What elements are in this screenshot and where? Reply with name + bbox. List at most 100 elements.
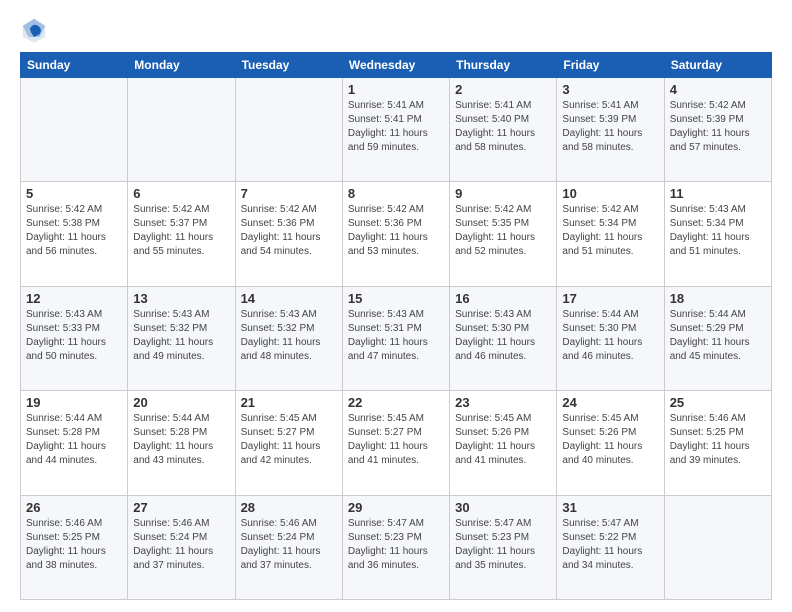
day-info: Sunrise: 5:42 AM Sunset: 5:38 PM Dayligh… <box>26 203 122 259</box>
logo-icon <box>20 16 48 44</box>
day-number: 19 <box>26 395 122 410</box>
calendar-day-7: 7 Sunrise: 5:42 AM Sunset: 5:36 PM Daylig… <box>235 182 342 286</box>
day-info: Sunrise: 5:46 AM Sunset: 5:25 PM Dayligh… <box>26 517 122 573</box>
day-info: Sunrise: 5:43 AM Sunset: 5:33 PM Dayligh… <box>26 308 122 364</box>
calendar-week-row: 26 Sunrise: 5:46 AM Sunset: 5:25 PM Dayli… <box>21 495 772 599</box>
calendar-day-8: 8 Sunrise: 5:42 AM Sunset: 5:36 PM Daylig… <box>342 182 449 286</box>
day-number: 27 <box>133 500 229 515</box>
calendar-body: 1 Sunrise: 5:41 AM Sunset: 5:41 PM Daylig… <box>21 78 772 600</box>
calendar-day-13: 13 Sunrise: 5:43 AM Sunset: 5:32 PM Dayli… <box>128 286 235 390</box>
day-number: 18 <box>670 291 766 306</box>
day-number: 8 <box>348 186 444 201</box>
day-info: Sunrise: 5:45 AM Sunset: 5:27 PM Dayligh… <box>348 412 444 468</box>
calendar-day-26: 26 Sunrise: 5:46 AM Sunset: 5:25 PM Dayli… <box>21 495 128 599</box>
day-number: 14 <box>241 291 337 306</box>
day-number: 12 <box>26 291 122 306</box>
weekday-header-monday: Monday <box>128 53 235 78</box>
day-number: 15 <box>348 291 444 306</box>
day-info: Sunrise: 5:43 AM Sunset: 5:34 PM Dayligh… <box>670 203 766 259</box>
day-info: Sunrise: 5:44 AM Sunset: 5:29 PM Dayligh… <box>670 308 766 364</box>
calendar-day-4: 4Sunrise: 5:42 AM Sunset: 5:39 PM Daylig… <box>664 78 771 182</box>
day-info: Sunrise: 5:41 AM Sunset: 5:41 PM Dayligh… <box>348 99 444 155</box>
calendar-table: SundayMondayTuesdayWednesdayThursdayFrid… <box>20 52 772 600</box>
day-info: Sunrise: 5:42 AM Sunset: 5:37 PM Dayligh… <box>133 203 229 259</box>
day-info: Sunrise: 5:43 AM Sunset: 5:30 PM Dayligh… <box>455 308 551 364</box>
calendar-day-3: 3 Sunrise: 5:41 AM Sunset: 5:39 PM Daylig… <box>557 78 664 182</box>
calendar-week-row: 19 Sunrise: 5:44 AM Sunset: 5:28 PM Dayli… <box>21 391 772 495</box>
calendar-day-10: 10 Sunrise: 5:42 AM Sunset: 5:34 PM Dayli… <box>557 182 664 286</box>
day-number: 22 <box>348 395 444 410</box>
calendar-day-20: 20 Sunrise: 5:44 AM Sunset: 5:28 PM Dayli… <box>128 391 235 495</box>
header <box>20 16 772 44</box>
calendar-day-30: 30 Sunrise: 5:47 AM Sunset: 5:23 PM Dayli… <box>450 495 557 599</box>
calendar-day-6: 6Sunrise: 5:42 AM Sunset: 5:37 PM Daylig… <box>128 182 235 286</box>
day-info: Sunrise: 5:42 AM Sunset: 5:34 PM Dayligh… <box>562 203 658 259</box>
weekday-header-saturday: Saturday <box>664 53 771 78</box>
calendar-day-24: 24Sunrise: 5:45 AM Sunset: 5:26 PM Dayli… <box>557 391 664 495</box>
day-info: Sunrise: 5:41 AM Sunset: 5:39 PM Dayligh… <box>562 99 658 155</box>
day-number: 20 <box>133 395 229 410</box>
calendar-header: SundayMondayTuesdayWednesdayThursdayFrid… <box>21 53 772 78</box>
calendar-day-11: 11 Sunrise: 5:43 AM Sunset: 5:34 PM Dayli… <box>664 182 771 286</box>
day-info: Sunrise: 5:41 AM Sunset: 5:40 PM Dayligh… <box>455 99 551 155</box>
day-number: 13 <box>133 291 229 306</box>
day-info: Sunrise: 5:47 AM Sunset: 5:23 PM Dayligh… <box>455 517 551 573</box>
day-number: 23 <box>455 395 551 410</box>
day-info: Sunrise: 5:43 AM Sunset: 5:31 PM Dayligh… <box>348 308 444 364</box>
day-number: 28 <box>241 500 337 515</box>
day-info: Sunrise: 5:42 AM Sunset: 5:36 PM Dayligh… <box>241 203 337 259</box>
logo <box>20 16 52 44</box>
day-number: 24 <box>562 395 658 410</box>
calendar-empty-cell <box>128 78 235 182</box>
day-number: 11 <box>670 186 766 201</box>
day-number: 10 <box>562 186 658 201</box>
calendar-day-31: 31 Sunrise: 5:47 AM Sunset: 5:22 PM Dayli… <box>557 495 664 599</box>
calendar-day-16: 16 Sunrise: 5:43 AM Sunset: 5:30 PM Dayli… <box>450 286 557 390</box>
calendar-day-17: 17 Sunrise: 5:44 AM Sunset: 5:30 PM Dayli… <box>557 286 664 390</box>
calendar-day-9: 9Sunrise: 5:42 AM Sunset: 5:35 PM Daylig… <box>450 182 557 286</box>
day-info: Sunrise: 5:47 AM Sunset: 5:22 PM Dayligh… <box>562 517 658 573</box>
calendar-day-14: 14 Sunrise: 5:43 AM Sunset: 5:32 PM Dayli… <box>235 286 342 390</box>
day-number: 17 <box>562 291 658 306</box>
weekday-header-row: SundayMondayTuesdayWednesdayThursdayFrid… <box>21 53 772 78</box>
calendar-day-21: 21Sunrise: 5:45 AM Sunset: 5:27 PM Dayli… <box>235 391 342 495</box>
day-number: 7 <box>241 186 337 201</box>
day-number: 31 <box>562 500 658 515</box>
day-number: 1 <box>348 82 444 97</box>
day-number: 16 <box>455 291 551 306</box>
calendar-day-1: 1 Sunrise: 5:41 AM Sunset: 5:41 PM Daylig… <box>342 78 449 182</box>
day-number: 2 <box>455 82 551 97</box>
day-info: Sunrise: 5:44 AM Sunset: 5:28 PM Dayligh… <box>26 412 122 468</box>
day-number: 5 <box>26 186 122 201</box>
calendar-day-28: 28Sunrise: 5:46 AM Sunset: 5:24 PM Dayli… <box>235 495 342 599</box>
day-number: 30 <box>455 500 551 515</box>
day-info: Sunrise: 5:43 AM Sunset: 5:32 PM Dayligh… <box>133 308 229 364</box>
calendar-week-row: 12 Sunrise: 5:43 AM Sunset: 5:33 PM Dayli… <box>21 286 772 390</box>
day-info: Sunrise: 5:46 AM Sunset: 5:25 PM Dayligh… <box>670 412 766 468</box>
day-info: Sunrise: 5:46 AM Sunset: 5:24 PM Dayligh… <box>133 517 229 573</box>
calendar-day-29: 29Sunrise: 5:47 AM Sunset: 5:23 PM Dayli… <box>342 495 449 599</box>
weekday-header-thursday: Thursday <box>450 53 557 78</box>
day-info: Sunrise: 5:42 AM Sunset: 5:39 PM Dayligh… <box>670 99 766 155</box>
day-info: Sunrise: 5:42 AM Sunset: 5:35 PM Dayligh… <box>455 203 551 259</box>
calendar-day-5: 5 Sunrise: 5:42 AM Sunset: 5:38 PM Daylig… <box>21 182 128 286</box>
day-info: Sunrise: 5:43 AM Sunset: 5:32 PM Dayligh… <box>241 308 337 364</box>
day-info: Sunrise: 5:42 AM Sunset: 5:36 PM Dayligh… <box>348 203 444 259</box>
calendar-day-27: 27 Sunrise: 5:46 AM Sunset: 5:24 PM Dayli… <box>128 495 235 599</box>
day-info: Sunrise: 5:44 AM Sunset: 5:28 PM Dayligh… <box>133 412 229 468</box>
calendar-day-25: 25Sunrise: 5:46 AM Sunset: 5:25 PM Dayli… <box>664 391 771 495</box>
calendar-day-22: 22 Sunrise: 5:45 AM Sunset: 5:27 PM Dayli… <box>342 391 449 495</box>
calendar-empty-cell <box>664 495 771 599</box>
day-number: 21 <box>241 395 337 410</box>
weekday-header-sunday: Sunday <box>21 53 128 78</box>
day-info: Sunrise: 5:45 AM Sunset: 5:26 PM Dayligh… <box>455 412 551 468</box>
day-info: Sunrise: 5:44 AM Sunset: 5:30 PM Dayligh… <box>562 308 658 364</box>
day-number: 3 <box>562 82 658 97</box>
calendar-week-row: 1 Sunrise: 5:41 AM Sunset: 5:41 PM Daylig… <box>21 78 772 182</box>
day-number: 26 <box>26 500 122 515</box>
calendar-day-23: 23 Sunrise: 5:45 AM Sunset: 5:26 PM Dayli… <box>450 391 557 495</box>
calendar-empty-cell <box>21 78 128 182</box>
calendar-day-19: 19 Sunrise: 5:44 AM Sunset: 5:28 PM Dayli… <box>21 391 128 495</box>
weekday-header-friday: Friday <box>557 53 664 78</box>
weekday-header-wednesday: Wednesday <box>342 53 449 78</box>
